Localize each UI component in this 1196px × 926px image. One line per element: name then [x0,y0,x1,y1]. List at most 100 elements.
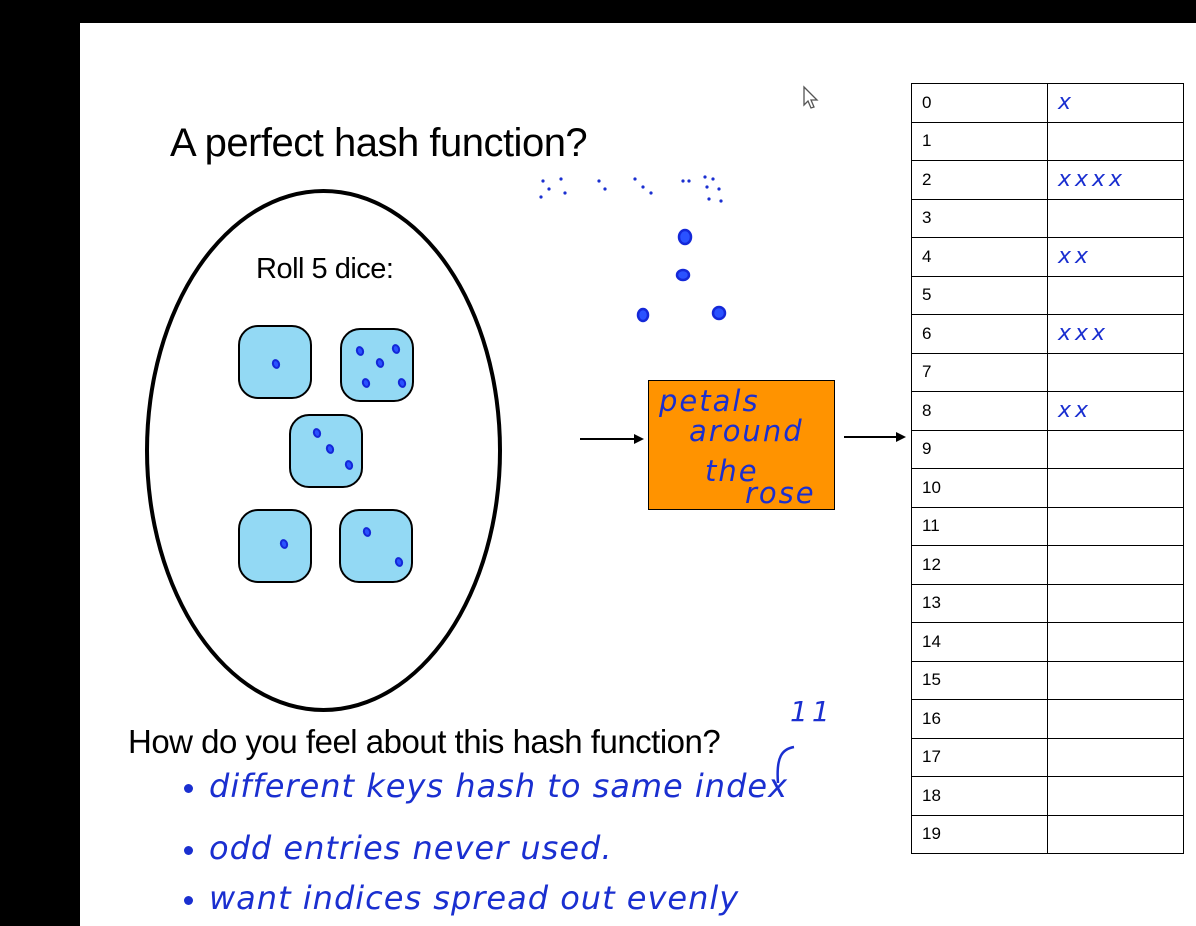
hash-index-cell: 9 [911,429,1048,469]
die-pip [393,555,405,569]
arrow-out [844,432,906,442]
hash-index-cell: 3 [911,198,1048,238]
cursor-icon [803,85,819,109]
hash-slot-cell [1047,198,1184,238]
hash-index-cell: 17 [911,737,1048,777]
hash-table-row: 15 [911,660,1184,700]
hash-slot-cell [1047,468,1184,508]
die-pip [360,376,372,390]
hash-index-cell: 6 [911,314,1048,354]
hash-table-row: 17 [911,737,1184,777]
hash-index-cell: 5 [911,275,1048,315]
hash-slot-cell [1047,583,1184,623]
hash-index-cell: 7 [911,352,1048,392]
hash-slot-cell [1047,545,1184,585]
slide-title: A perfect hash function? [170,121,588,165]
note-text: different keys hash to same index [209,767,788,805]
die-pip [361,525,373,539]
hash-slot-cell [1047,814,1184,854]
hash-index-cell: 8 [911,391,1048,431]
die [238,509,312,583]
hash-index-cell: 13 [911,583,1048,623]
die-pip [343,458,355,472]
arrow-in [580,434,644,444]
die-pip [354,344,366,358]
die [340,328,414,402]
hash-slot-cell: xx [1047,391,1184,431]
margin-mark: 11 [790,695,834,728]
hash-table-row: 3 [911,198,1184,238]
hash-slot-cell [1047,660,1184,700]
hash-slot-cell [1047,737,1184,777]
hash-table-row: 2 xxxx [911,160,1184,200]
die-pip [270,357,282,371]
hash-table-row: 4 xx [911,237,1184,277]
hash-table-row: 9 [911,429,1184,469]
hash-index-cell: 10 [911,468,1048,508]
hash-index-cell: 16 [911,699,1048,739]
hash-index-cell: 14 [911,622,1048,662]
hash-slot-cell: x [1047,83,1184,123]
hash-slot-cell: xxx [1047,314,1184,354]
hash-table: 0 x 1 2 xxxx 3 4 xx 5 6 xxx 7 8 xx 9 10 11 12 13 14 15 16 17 18… [911,83,1184,854]
hash-index-cell: 2 [911,160,1048,200]
hash-table-row: 6 xxx [911,314,1184,354]
hash-slot-cell [1047,699,1184,739]
die-pip [374,356,386,370]
hash-slot-cell [1047,622,1184,662]
note-text: odd entries never used. [209,829,613,867]
hash-index-cell: 15 [911,660,1048,700]
hash-table-row: 14 [911,622,1184,662]
hash-table-row: 7 [911,352,1184,392]
note-item: want indices spread out evenly [184,879,739,917]
note-item: different keys hash to same index [184,767,788,805]
bullet-icon [184,845,193,855]
die-pip [311,426,323,440]
hash-table-row: 0x [911,83,1184,123]
hash-slot-cell [1047,776,1184,816]
hash-table-row: 10 [911,468,1184,508]
hash-slot-cell [1047,352,1184,392]
die [339,509,413,583]
die-pip [396,376,408,390]
question-text: How do you feel about this hash function… [128,723,721,760]
hash-table-row: 1 [911,121,1184,161]
roll-dice-label: Roll 5 dice: [256,253,394,285]
hash-index-cell: 1 [911,121,1048,161]
hash-index-cell: 11 [911,506,1048,546]
hash-index-cell: 4 [911,237,1048,277]
die [289,414,363,488]
bullet-icon [184,895,193,905]
hash-index-cell: 0 [911,83,1048,123]
hash-table-row: 8 xx [911,391,1184,431]
hash-slot-cell: xxxx [1047,160,1184,200]
hash-table-row: 5 [911,275,1184,315]
hash-index-cell: 19 [911,814,1048,854]
hash-slot-cell [1047,275,1184,315]
hash-function-box: petals around the rose [648,380,835,510]
bullet-icon [184,783,193,793]
die-pip [324,442,336,456]
hash-table-row: 13 [911,583,1184,623]
hash-table-row: 16 [911,699,1184,739]
hash-index-cell: 18 [911,776,1048,816]
function-line: rose [745,476,816,510]
dice-dot-sketch [539,175,727,323]
hash-slot-cell [1047,121,1184,161]
function-line: petals [659,384,760,418]
function-line: around [689,414,804,448]
die-pip [390,342,402,356]
slide: A perfect hash function? Roll 5 dice: pe… [80,23,1196,926]
note-text: want indices spread out evenly [209,879,740,917]
die [238,325,312,399]
die-pip [278,537,290,551]
hash-table-row: 18 [911,776,1184,816]
hash-table-row: 12 [911,545,1184,585]
hash-table-row: 19 [911,814,1184,854]
hash-table-row: 11 [911,506,1184,546]
hash-slot-cell [1047,429,1184,469]
note-item: odd entries never used. [184,829,613,867]
hash-slot-cell: xx [1047,237,1184,277]
hash-slot-cell [1047,506,1184,546]
hash-index-cell: 12 [911,545,1048,585]
